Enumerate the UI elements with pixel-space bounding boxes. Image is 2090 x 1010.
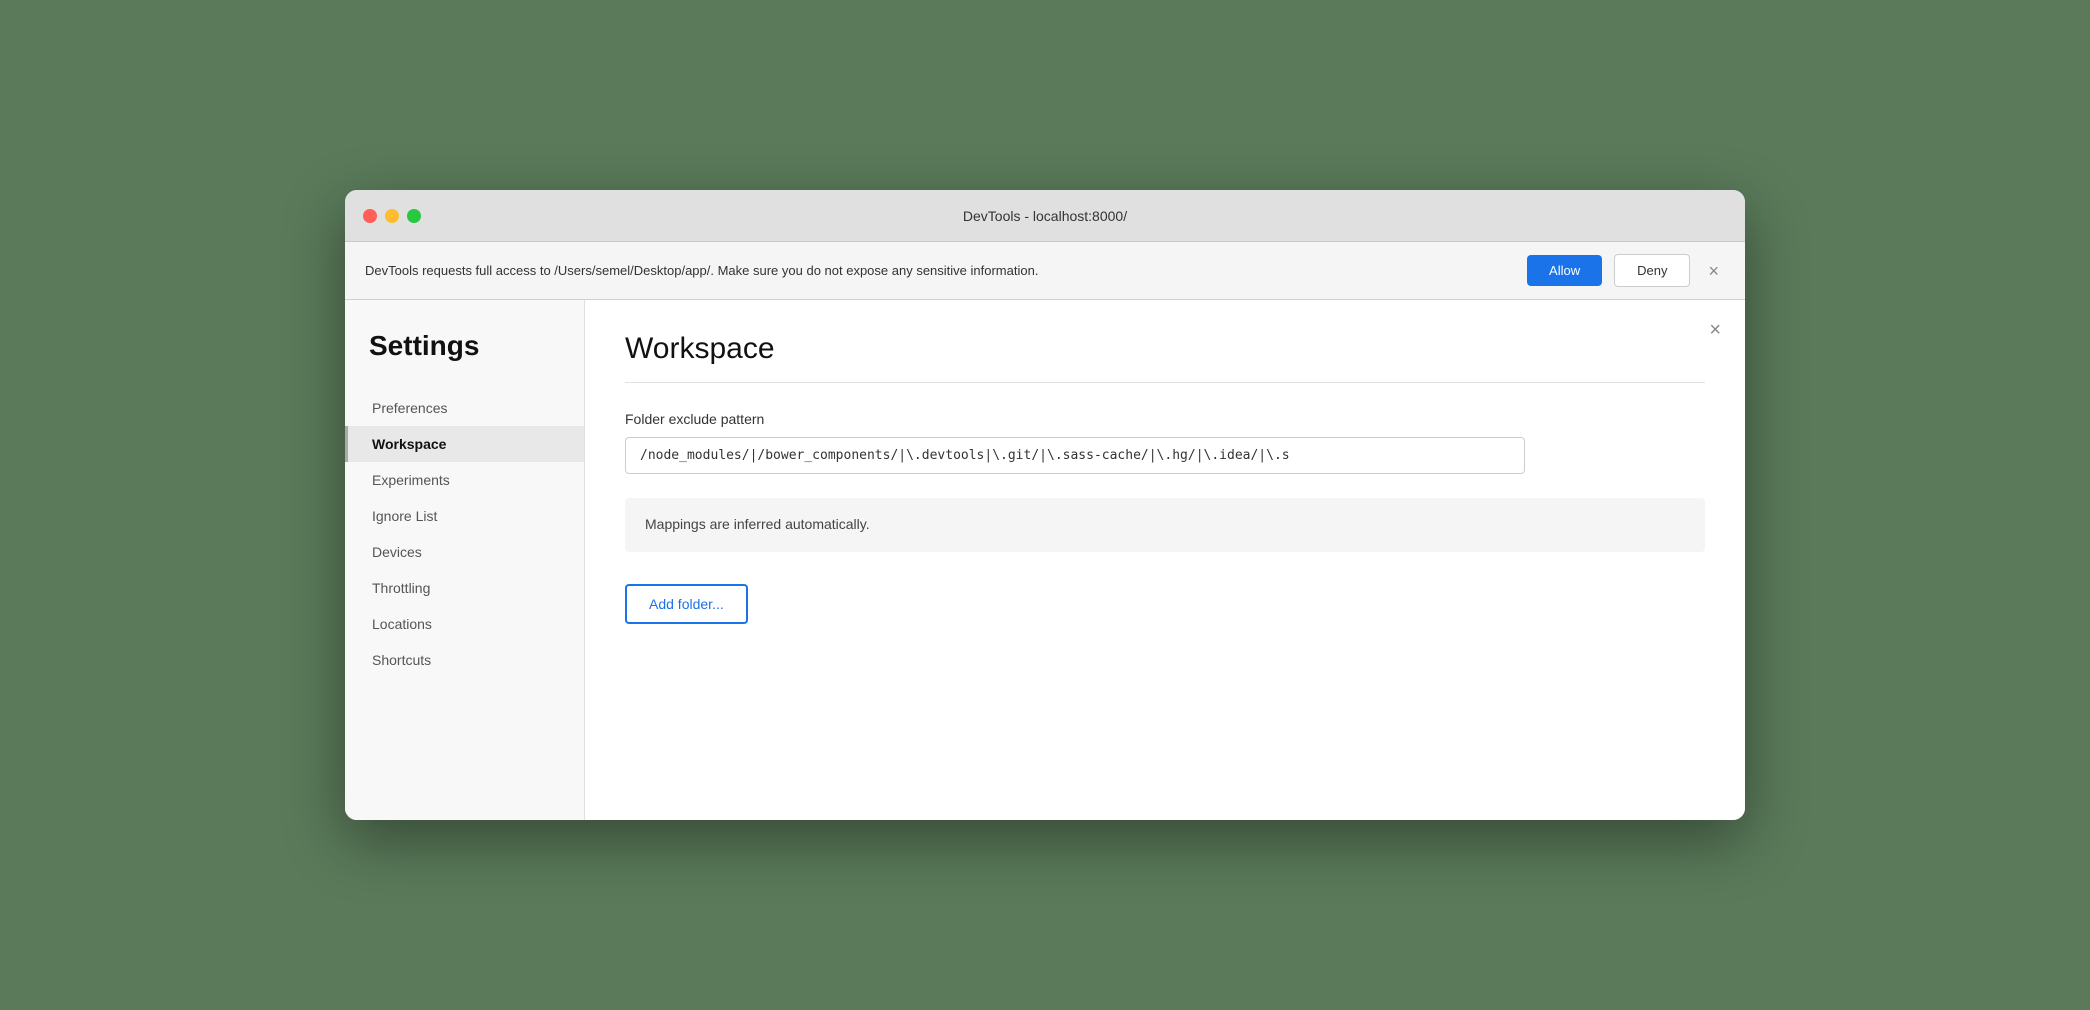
devtools-window: DevTools - localhost:8000/ DevTools requ… [345,190,1745,820]
maximize-button[interactable] [407,209,421,223]
folder-exclude-label: Folder exclude pattern [625,411,1705,427]
folder-exclude-input[interactable] [625,437,1525,474]
minimize-button[interactable] [385,209,399,223]
sidebar-item-devices[interactable]: Devices [345,534,584,570]
info-box-text: Mappings are inferred automatically. [645,516,870,532]
close-button[interactable] [363,209,377,223]
sidebar-item-throttling[interactable]: Throttling [345,570,584,606]
deny-button[interactable]: Deny [1614,254,1690,287]
sidebar-item-shortcuts[interactable]: Shortcuts [345,642,584,678]
notification-bar: DevTools requests full access to /Users/… [345,242,1745,300]
settings-panel: × Workspace Folder exclude pattern Mappi… [585,300,1745,820]
sidebar-item-ignore-list[interactable]: Ignore List [345,498,584,534]
main-content: Settings Preferences Workspace Experimen… [345,300,1745,820]
panel-title: Workspace [625,332,1705,366]
sidebar: Settings Preferences Workspace Experimen… [345,300,585,820]
sidebar-item-preferences[interactable]: Preferences [345,390,584,426]
notification-close-button[interactable]: × [1702,262,1725,280]
sidebar-title: Settings [345,330,584,390]
add-folder-button[interactable]: Add folder... [625,584,748,624]
panel-divider [625,382,1705,383]
panel-close-button[interactable]: × [1709,320,1721,340]
window-controls [363,209,421,223]
window-title: DevTools - localhost:8000/ [963,208,1127,224]
sidebar-item-experiments[interactable]: Experiments [345,462,584,498]
allow-button[interactable]: Allow [1527,255,1602,286]
notification-text: DevTools requests full access to /Users/… [365,263,1515,278]
titlebar: DevTools - localhost:8000/ [345,190,1745,242]
info-box: Mappings are inferred automatically. [625,498,1705,552]
sidebar-item-locations[interactable]: Locations [345,606,584,642]
sidebar-item-workspace[interactable]: Workspace [345,426,584,462]
